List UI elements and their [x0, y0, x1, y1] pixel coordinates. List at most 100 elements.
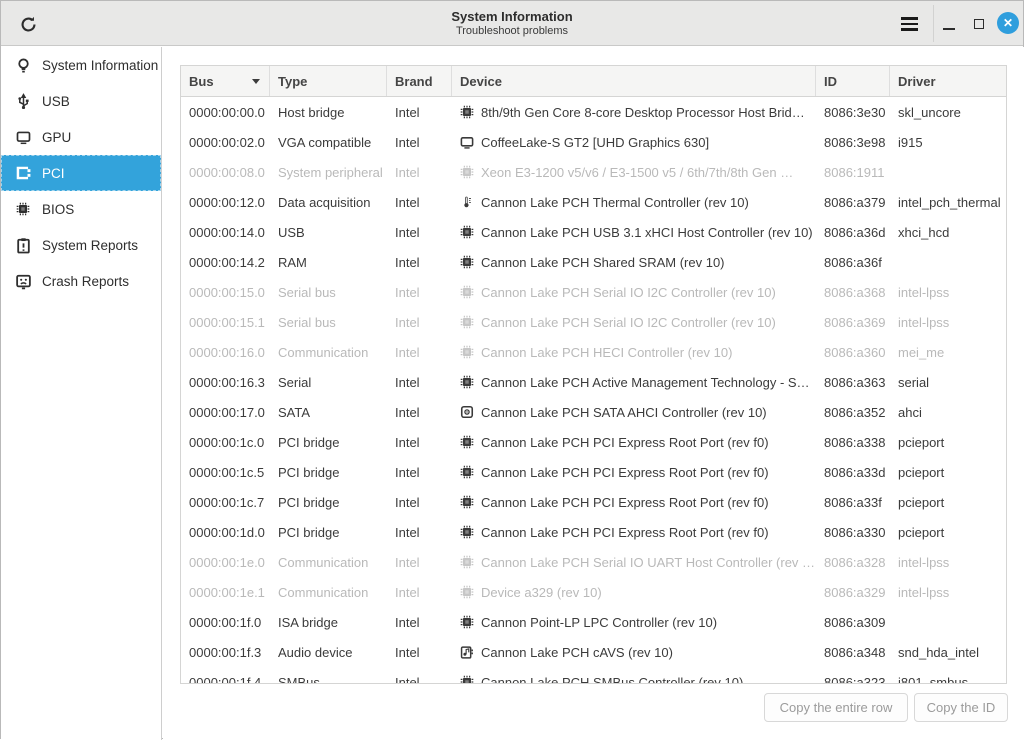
cell-bus: 0000:00:1c.5	[181, 465, 270, 480]
cell-brand: Intel	[387, 255, 452, 270]
table-row[interactable]: 0000:00:1d.0PCI bridgeIntelCannon Lake P…	[181, 517, 1006, 547]
cell-brand: Intel	[387, 645, 452, 660]
chip-icon	[460, 465, 474, 479]
table-row[interactable]: 0000:00:1c.7PCI bridgeIntelCannon Lake P…	[181, 487, 1006, 517]
table-row[interactable]: 0000:00:16.0CommunicationIntelCannon Lak…	[181, 337, 1006, 367]
pci-card-icon	[14, 164, 32, 182]
sidebar-item-system-reports[interactable]: System Reports	[1, 227, 161, 263]
cell-device: Cannon Lake PCH PCI Express Root Port (r…	[452, 465, 816, 480]
cell-id: 8086:a33d	[816, 465, 890, 480]
cell-driver: pcieport	[890, 435, 1006, 450]
cell-device: Device a329 (rev 10)	[452, 585, 816, 600]
copy-entire-row-button[interactable]: Copy the entire row	[764, 693, 908, 722]
cell-brand: Intel	[387, 345, 452, 360]
chip-icon	[460, 285, 474, 299]
cell-device: Cannon Lake PCH HECI Controller (rev 10)	[452, 345, 816, 360]
column-header-id[interactable]: ID	[816, 66, 890, 96]
hamburger-menu-button[interactable]	[894, 10, 924, 38]
cell-bus: 0000:00:17.0	[181, 405, 270, 420]
maximize-button[interactable]	[970, 10, 990, 38]
cell-bus: 0000:00:00.0	[181, 105, 270, 120]
system-information-window: { "window": { "title": "System Informati…	[0, 0, 1024, 739]
copy-id-button[interactable]: Copy the ID	[914, 693, 1008, 722]
table-row[interactable]: 0000:00:1f.4SMBusIntelCannon Lake PCH SM…	[181, 667, 1006, 684]
sidebar-item-label: System Reports	[42, 238, 138, 253]
close-button[interactable]: ✕	[997, 12, 1019, 34]
minimize-button[interactable]	[940, 10, 960, 38]
table-row[interactable]: 0000:00:12.0Data acquisitionIntelCannon …	[181, 187, 1006, 217]
cell-id: 8086:a330	[816, 525, 890, 540]
device-name: Cannon Lake PCH Active Management Techno…	[481, 375, 810, 390]
cell-brand: Intel	[387, 435, 452, 450]
table-row[interactable]: 0000:00:16.3SerialIntelCannon Lake PCH A…	[181, 367, 1006, 397]
cell-brand: Intel	[387, 285, 452, 300]
sidebar-item-system-information[interactable]: System Information	[1, 47, 161, 83]
device-name: Cannon Lake PCH PCI Express Root Port (r…	[481, 435, 769, 450]
pci-device-table: Bus Type Brand Device ID Driver 0000:00:…	[180, 65, 1007, 684]
cell-device: Cannon Lake PCH Active Management Techno…	[452, 375, 816, 390]
cell-device: Cannon Lake PCH PCI Express Root Port (r…	[452, 435, 816, 450]
cell-brand: Intel	[387, 675, 452, 685]
sidebar-item-label: GPU	[42, 130, 71, 145]
table-row[interactable]: 0000:00:1f.3Audio deviceIntelCannon Lake…	[181, 637, 1006, 667]
window-subtitle: Troubleshoot problems	[456, 24, 568, 38]
table-row[interactable]: 0000:00:15.1Serial busIntelCannon Lake P…	[181, 307, 1006, 337]
cell-device: Cannon Lake PCH Serial IO I2C Controller…	[452, 285, 816, 300]
column-header-driver[interactable]: Driver	[890, 66, 1006, 96]
sidebar-item-crash-reports[interactable]: Crash Reports	[1, 263, 161, 299]
table-row[interactable]: 0000:00:15.0Serial busIntelCannon Lake P…	[181, 277, 1006, 307]
cell-device: Cannon Lake PCH USB 3.1 xHCI Host Contro…	[452, 225, 816, 240]
cell-id: 8086:a338	[816, 435, 890, 450]
cell-driver: serial	[890, 375, 1006, 390]
cell-brand: Intel	[387, 375, 452, 390]
cell-driver: pcieport	[890, 495, 1006, 510]
table-row[interactable]: 0000:00:14.2RAMIntelCannon Lake PCH Shar…	[181, 247, 1006, 277]
cell-type: SATA	[270, 405, 387, 420]
column-header-device[interactable]: Device	[452, 66, 816, 96]
cell-bus: 0000:00:12.0	[181, 195, 270, 210]
table-row[interactable]: 0000:00:1c.5PCI bridgeIntel Cannon Lake P…	[181, 457, 1006, 487]
cell-type: Serial bus	[270, 315, 387, 330]
close-icon: ✕	[1003, 16, 1013, 30]
cell-brand: Intel	[387, 495, 452, 510]
table-row[interactable]: 0000:00:08.0System peripheralIntelXeon E…	[181, 157, 1006, 187]
cell-id: 8086:a360	[816, 345, 890, 360]
window-title: System Information	[451, 9, 572, 24]
cell-bus: 0000:00:1f.0	[181, 615, 270, 630]
cell-type: PCI bridge	[270, 465, 387, 480]
table-row[interactable]: 0000:00:1c.0PCI bridgeIntelCannon Lake P…	[181, 427, 1006, 457]
sidebar-item-usb[interactable]: USB	[1, 83, 161, 119]
cell-type: VGA compatible	[270, 135, 387, 150]
sidebar-item-pci[interactable]: PCI	[1, 155, 161, 191]
cell-brand: Intel	[387, 465, 452, 480]
cell-id: 8086:a33f	[816, 495, 890, 510]
cell-id: 8086:a36f	[816, 255, 890, 270]
display-icon	[14, 128, 32, 146]
cell-device: 8th/9th Gen Core 8-core Desktop Processo…	[452, 105, 816, 120]
sidebar-item-bios[interactable]: BIOS	[1, 191, 161, 227]
column-header-bus[interactable]: Bus	[181, 66, 270, 96]
table-row[interactable]: 0000:00:1f.0ISA bridgeIntelCannon Point-…	[181, 607, 1006, 637]
device-name: Cannon Lake PCH PCI Express Root Port (r…	[481, 465, 769, 480]
column-header-brand[interactable]: Brand	[387, 66, 452, 96]
cell-brand: Intel	[387, 405, 452, 420]
usb-icon	[14, 92, 32, 110]
table-row[interactable]: 0000:00:1e.0CommunicationIntelCannon Lak…	[181, 547, 1006, 577]
table-row[interactable]: 0000:00:1e.1CommunicationIntelDevice a32…	[181, 577, 1006, 607]
device-name: Cannon Lake PCH Serial IO I2C Controller…	[481, 315, 776, 330]
chip-icon	[460, 315, 474, 329]
table-row[interactable]: 0000:00:02.0VGA compatibleIntelCoffeeLak…	[181, 127, 1006, 157]
device-name: Cannon Point-LP LPC Controller (rev 10)	[481, 615, 717, 630]
cell-bus: 0000:00:14.2	[181, 255, 270, 270]
cell-bus: 0000:00:1f.3	[181, 645, 270, 660]
column-header-type[interactable]: Type	[270, 66, 387, 96]
table-row[interactable]: 0000:00:00.0Host bridgeIntel8th/9th Gen …	[181, 97, 1006, 127]
sidebar-item-gpu[interactable]: GPU	[1, 119, 161, 155]
table-row[interactable]: 0000:00:17.0SATAIntelCannon Lake PCH SAT…	[181, 397, 1006, 427]
cell-driver: ahci	[890, 405, 1006, 420]
device-name: Cannon Lake PCH Thermal Controller (rev …	[481, 195, 749, 210]
device-name: CoffeeLake-S GT2 [UHD Graphics 630]	[481, 135, 709, 150]
table-row[interactable]: 0000:00:14.0USBIntelCannon Lake PCH USB …	[181, 217, 1006, 247]
cell-brand: Intel	[387, 195, 452, 210]
refresh-button[interactable]	[14, 10, 42, 38]
